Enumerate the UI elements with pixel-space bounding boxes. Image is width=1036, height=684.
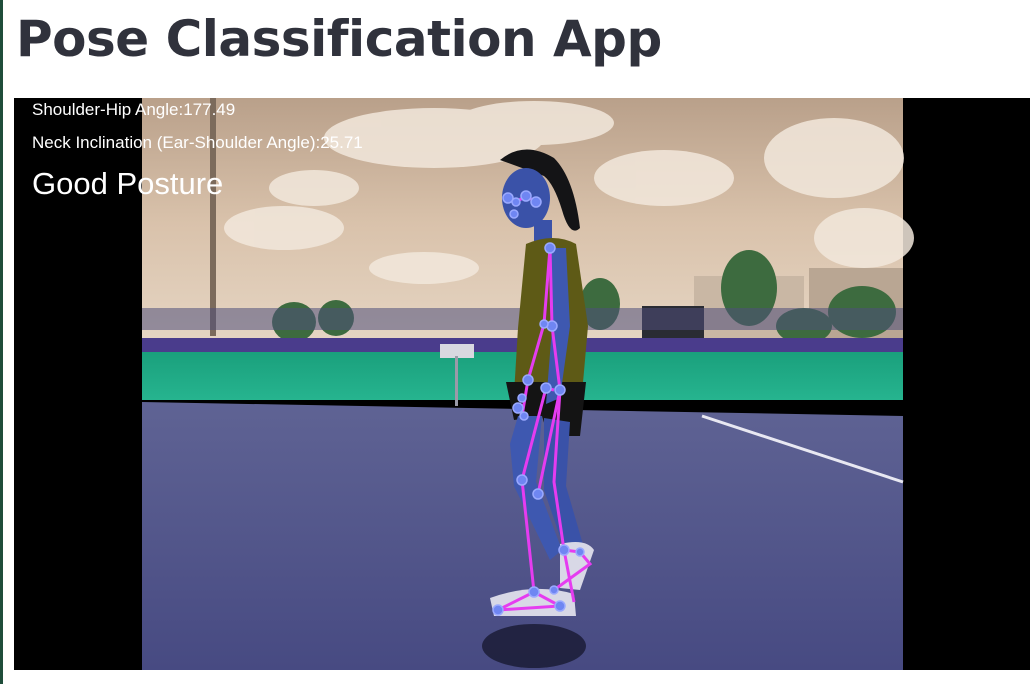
video-frame: Shoulder-Hip Angle:177.49 Neck Inclinati…	[14, 98, 1030, 670]
posture-status-label: Good Posture	[32, 166, 224, 201]
letterbox-right	[903, 98, 1030, 670]
page-title: Pose Classification App	[16, 10, 662, 68]
left-border	[0, 0, 3, 684]
shoulder-hip-angle-readout: Shoulder-Hip Angle:177.49	[32, 100, 236, 119]
neck-inclination-readout: Neck Inclination (Ear-Shoulder Angle):25…	[32, 133, 363, 152]
